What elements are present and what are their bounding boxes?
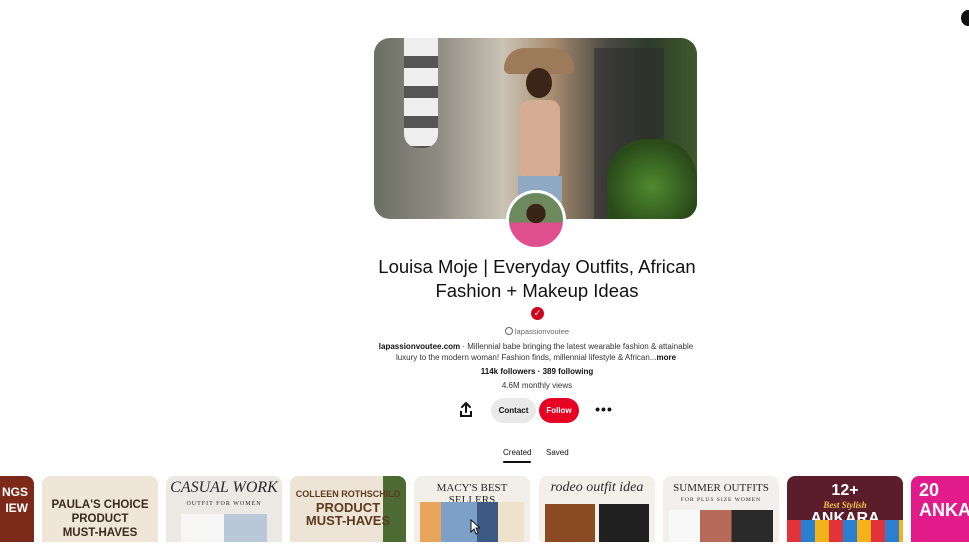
verified-badge-icon: ✓ (531, 307, 544, 320)
pin-title-line: 12+ (831, 482, 859, 499)
pin-image (181, 514, 267, 542)
pin-title-line: PRODUCT (71, 513, 129, 525)
follow-stats: 114k followers · 389 following (420, 367, 654, 376)
pin-title-line: 20 (919, 480, 940, 500)
pin-card[interactable]: 12+ Best Stylish ANKARA TOPS (787, 476, 903, 542)
pin-grid: NGS IEW PAULA'S CHOICE PRODUCT MUST-HAVE… (0, 476, 969, 542)
pin-title-line: MUST-HAVES (62, 527, 138, 539)
contact-button[interactable]: Contact (491, 398, 536, 423)
share-icon[interactable] (456, 400, 476, 420)
pin-card[interactable]: COLLEEN ROTHSCHILD PRODUCT MUST-HAVES (290, 476, 406, 542)
pin-subtitle: FOR PLUS SIZE WOMEN (680, 497, 762, 503)
more-options-icon[interactable]: ••• (592, 402, 616, 418)
pin-title-line: IEW (5, 501, 28, 515)
handle-text: lapassionvoutee (514, 327, 570, 336)
pin-title-line: rodeo outfit idea (550, 480, 644, 495)
plant (607, 139, 697, 219)
pin-subtitle: OUTFIT FOR WOMEN (186, 501, 262, 507)
following-count[interactable]: 389 following (543, 367, 594, 376)
profile-bio: lapassionvoutee.com · Millennial babe br… (375, 342, 697, 363)
pin-title-line: SUMMER OUTFITS (673, 482, 769, 494)
pin-title-line: MUST-HAVES (305, 513, 391, 528)
monthly-views: 4.6M monthly views (501, 381, 573, 390)
tab-saved[interactable]: Saved (546, 448, 569, 457)
mouse-cursor-icon (470, 519, 480, 535)
pin-title-line: NGS (1, 485, 28, 499)
pin-card[interactable]: rodeo outfit idea (539, 476, 655, 542)
pin-image (787, 520, 903, 542)
umbrella (404, 38, 438, 148)
pin-card[interactable]: SUMMER OUTFITS FOR PLUS SIZE WOMEN (663, 476, 779, 542)
pinterest-icon (504, 327, 513, 335)
pin-card[interactable]: CASUAL WORK OUTFIT FOR WOMEN (166, 476, 282, 542)
follow-button[interactable]: Follow (539, 398, 579, 423)
stats-separator: · (535, 367, 543, 376)
followers-count[interactable]: 114k followers (481, 367, 536, 376)
corner-button-icon[interactable] (961, 10, 969, 26)
pin-card[interactable]: NGS IEW (0, 476, 34, 542)
pin-card[interactable]: 20 ANKAR (911, 476, 969, 542)
pin-title-line: CASUAL WORK (170, 479, 278, 496)
profile-name: Louisa Moje | Everyday Outfits, African … (378, 256, 696, 301)
pin-card[interactable]: PAULA'S CHOICE PRODUCT MUST-HAVES (42, 476, 158, 542)
website-link[interactable]: lapassionvoutee.com (379, 342, 460, 351)
bio-more-link[interactable]: more (657, 353, 677, 362)
profile-handle[interactable]: lapassionvoutee (480, 327, 594, 336)
pin-title-line: PAULA'S CHOICE (51, 499, 149, 511)
tab-created[interactable]: Created (503, 448, 532, 463)
pin-image (545, 504, 649, 542)
pin-title-line: ANKAR (919, 500, 969, 520)
avatar[interactable] (506, 190, 566, 250)
pin-image (669, 510, 773, 542)
